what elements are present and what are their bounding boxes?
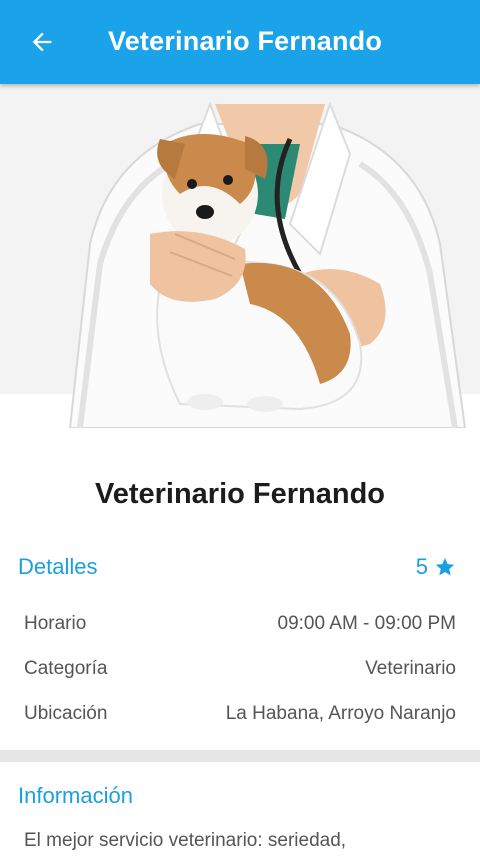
info-description: El mejor servicio veterinario: seriedad,: [24, 830, 347, 851]
detail-row-categoria: Categoría Veterinario: [24, 654, 456, 684]
detail-value: Veterinario: [365, 658, 456, 679]
place-name: Veterinario Fernando: [94, 478, 386, 510]
app-bar: Veterinario Fernando: [0, 0, 480, 84]
detail-label: Categoría: [24, 658, 108, 679]
app-bar-title: Veterinario Fernando: [108, 26, 383, 56]
detail-row-ubicacion: Ubicación La Habana, Arroyo Naranjo: [24, 699, 456, 729]
back-button[interactable]: [20, 22, 64, 62]
rating: 5: [416, 554, 456, 580]
star-icon: [435, 557, 455, 576]
details-section-label: Detalles: [18, 554, 98, 579]
detail-value: 09:00 AM - 09:00 PM: [277, 613, 457, 634]
info-section-label: Información: [18, 783, 133, 808]
detail-label: Horario: [24, 613, 87, 634]
detail-label: Ubicación: [24, 703, 108, 724]
hero-image: [0, 84, 480, 428]
detail-row-horario: Horario 09:00 AM - 09:00 PM: [24, 609, 456, 639]
rating-value: 5: [415, 554, 428, 579]
detail-value: La Habana, Arroyo Naranjo: [225, 703, 456, 724]
section-divider: [0, 750, 480, 762]
arrow-left-icon: [32, 32, 52, 52]
